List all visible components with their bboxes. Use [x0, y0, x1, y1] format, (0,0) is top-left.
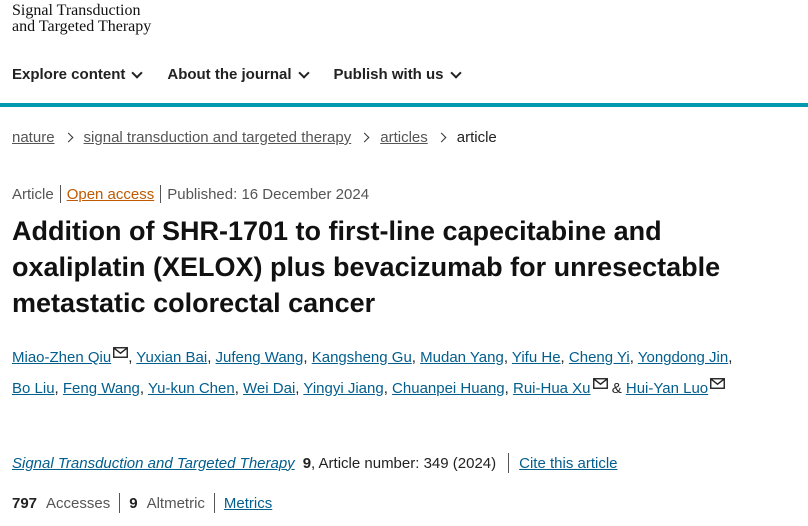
author-link[interactable]: Mudan Yang	[420, 349, 504, 366]
divider	[160, 185, 162, 203]
nav-about-journal[interactable]: About the journal	[167, 66, 310, 83]
accesses-count: 797	[12, 494, 38, 512]
chevron-down-icon	[449, 66, 462, 79]
nav-label: Explore content	[12, 66, 126, 83]
article-number: , Article number: 349 (2024)	[311, 454, 497, 472]
nav-label: About the journal	[167, 66, 292, 83]
chevron-right-icon	[63, 132, 73, 143]
author-link[interactable]: Yuxian Bai	[136, 349, 207, 366]
metrics-link[interactable]: Metrics	[224, 495, 272, 512]
author-link[interactable]: Feng Wang	[63, 380, 140, 397]
author-link[interactable]: Bo Liu	[12, 380, 55, 397]
divider	[213, 493, 215, 513]
author-link[interactable]: Yu-kun Chen	[148, 380, 235, 397]
article-meta: Article Open access Published: 16 Decemb…	[12, 185, 369, 203]
open-access-link[interactable]: Open access	[67, 186, 155, 203]
author-link[interactable]: Cheng Yi	[569, 349, 630, 366]
header-divider	[0, 103, 808, 107]
journal-link[interactable]: Signal Transduction and Targeted Therapy	[12, 455, 295, 472]
nav-publish-with-us[interactable]: Publish with us	[333, 66, 462, 83]
author-link[interactable]: Chuanpei Huang	[392, 380, 505, 397]
chevron-down-icon	[297, 66, 310, 79]
altmetric-label: Altmetric	[146, 494, 205, 512]
accesses-label: Accesses	[46, 494, 111, 512]
article-type: Article	[12, 185, 54, 203]
breadcrumb-journal[interactable]: signal transduction and targeted therapy	[84, 129, 352, 146]
logo-line-1: Signal Transduction	[12, 2, 141, 19]
cite-this-article-link[interactable]: Cite this article	[519, 455, 617, 472]
author-list: Miao-Zhen Qiu, Yuxian Bai, Jufeng Wang, …	[12, 347, 733, 397]
author-link[interactable]: Hui-Yan Luo	[626, 380, 708, 397]
breadcrumb-articles[interactable]: articles	[380, 129, 428, 146]
author-link[interactable]: Rui-Hua Xu	[513, 380, 591, 397]
divider	[508, 453, 510, 473]
chevron-right-icon	[359, 132, 370, 143]
breadcrumb: nature signal transduction and targeted …	[12, 129, 497, 146]
nav-label: Publish with us	[333, 66, 444, 83]
divider	[119, 493, 121, 513]
divider	[59, 185, 61, 203]
logo-line-2: and Targeted Therapy	[12, 18, 152, 35]
citation-line: Signal Transduction and Targeted Therapy…	[12, 453, 618, 473]
journal-logo[interactable]: Signal Transduction and Targeted Therapy	[12, 3, 151, 35]
author-link[interactable]: Yifu He	[512, 349, 561, 366]
author-link[interactable]: Jufeng Wang	[216, 349, 304, 366]
volume-number: 9	[302, 454, 312, 472]
chevron-down-icon	[131, 66, 144, 79]
author-link[interactable]: Yongdong Jin	[638, 349, 728, 366]
author-link[interactable]: Kangsheng Gu	[312, 349, 412, 366]
published-date: Published: 16 December 2024	[167, 185, 370, 203]
breadcrumb-current: article	[456, 129, 497, 146]
main-nav: Explore content About the journal Publis…	[12, 66, 486, 83]
article-title: Addition of SHR-1701 to first-line capec…	[12, 216, 721, 318]
author-link[interactable]: Miao-Zhen Qiu	[12, 349, 111, 366]
chevron-right-icon	[436, 132, 447, 143]
author-link[interactable]: Wei Dai	[243, 380, 295, 397]
email-icon[interactable]	[113, 347, 129, 358]
article-metrics: 797 Accesses 9 Altmetric Metrics	[12, 493, 272, 513]
author-link[interactable]: Yingyi Jiang	[303, 380, 383, 397]
nav-explore-content[interactable]: Explore content	[12, 66, 144, 83]
altmetric-score: 9	[129, 494, 138, 512]
email-icon[interactable]	[592, 378, 608, 389]
breadcrumb-nature[interactable]: nature	[12, 129, 55, 146]
email-icon[interactable]	[710, 378, 726, 389]
